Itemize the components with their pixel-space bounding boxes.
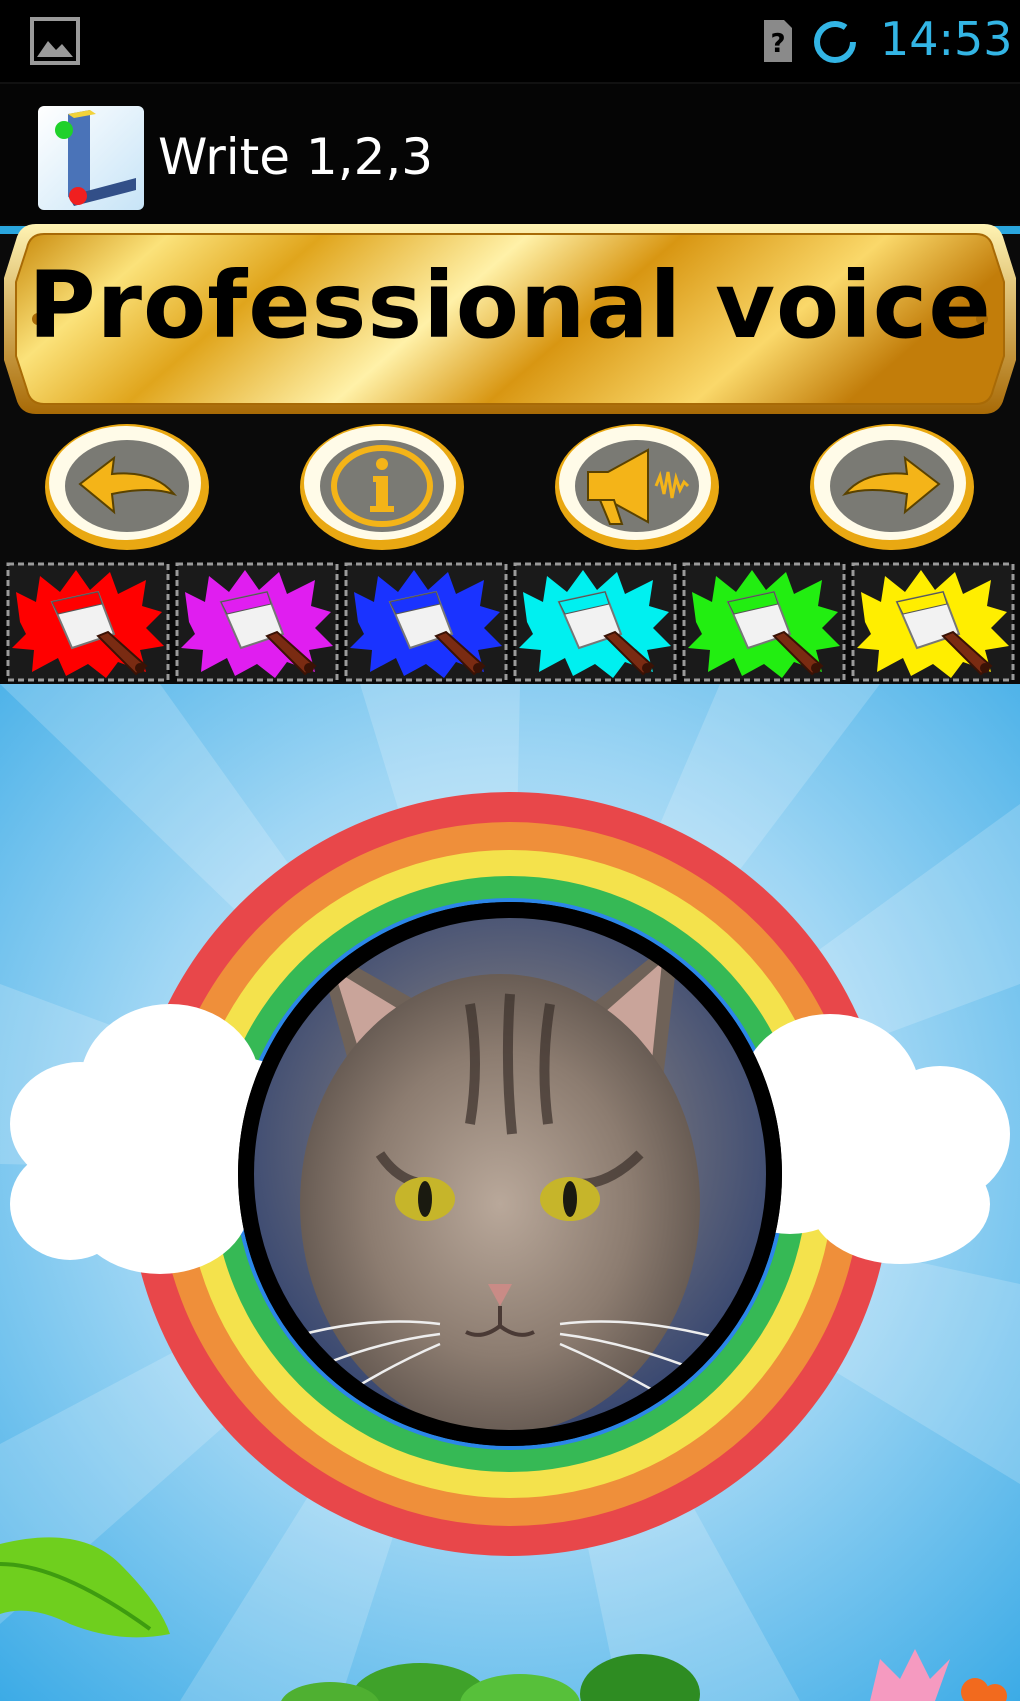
info-button[interactable] bbox=[297, 420, 467, 554]
next-button[interactable] bbox=[807, 420, 977, 554]
sim-unknown-icon: ? bbox=[764, 20, 792, 62]
banner-title: Professional voice bbox=[28, 252, 992, 359]
gallery-icon bbox=[30, 17, 80, 65]
action-bar: Write 1,2,3 bbox=[0, 82, 1020, 230]
paint-red-button[interactable] bbox=[6, 562, 170, 682]
sound-button[interactable] bbox=[552, 420, 722, 554]
svg-text:?: ? bbox=[770, 29, 785, 59]
app-title: Write 1,2,3 bbox=[158, 128, 434, 186]
paint-green-button[interactable] bbox=[682, 562, 846, 682]
paint-blue-button[interactable] bbox=[344, 562, 508, 682]
status-bar: ? 14:53 bbox=[0, 0, 1020, 82]
back-button[interactable] bbox=[42, 420, 212, 554]
paint-cyan-button[interactable] bbox=[513, 562, 677, 682]
clock: 14:53 bbox=[880, 12, 1013, 66]
paint-magenta-button[interactable] bbox=[175, 562, 339, 682]
paint-yellow-button[interactable] bbox=[851, 562, 1015, 682]
cat-photo bbox=[238, 902, 782, 1446]
app-icon[interactable] bbox=[38, 106, 144, 210]
drawing-canvas[interactable] bbox=[0, 684, 1020, 1701]
sync-icon bbox=[814, 21, 856, 63]
